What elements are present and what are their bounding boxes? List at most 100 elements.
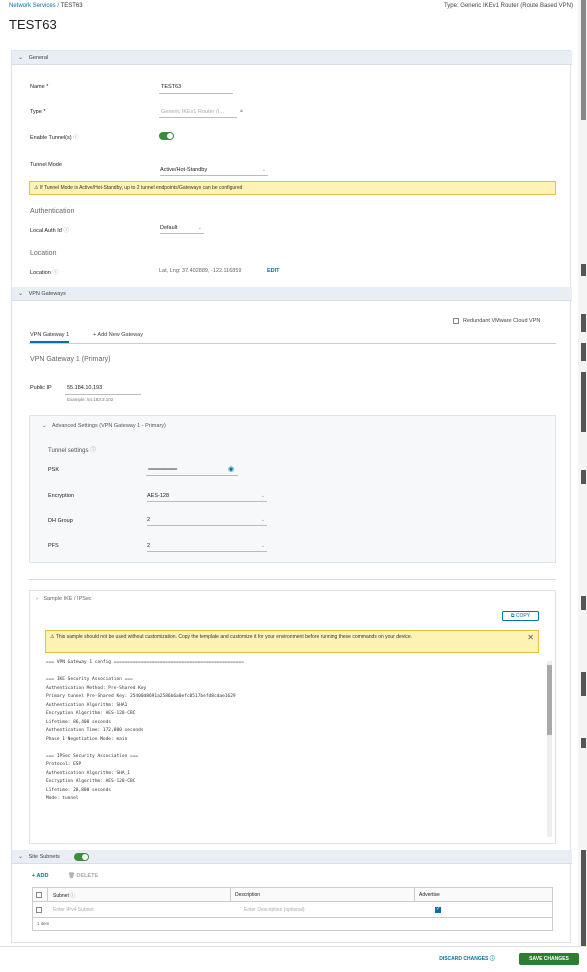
site-subnets-toggle[interactable] (74, 853, 89, 861)
close-icon[interactable]: ✕ (527, 634, 534, 642)
code-line: Encryption Algorithm: AES-128-CBC (46, 711, 136, 716)
redundant-vpn-checkbox[interactable] (453, 318, 459, 324)
location-label: Location ⓘ (30, 270, 58, 276)
breadcrumb-separator: / (57, 3, 60, 9)
pfs-value: 2 (147, 543, 151, 549)
code-line: Authentication Algorithm: SHA_1 (46, 770, 130, 776)
info-icon[interactable]: ⓘ (70, 893, 75, 899)
save-changes-button[interactable]: SAVE CHANGES (519, 953, 579, 965)
copy-button[interactable]: ⧉ COPY (502, 611, 539, 621)
scrollbar-marker (581, 343, 586, 361)
advanced-settings-panel: ⌄ Advanced Settings (VPN Gateway 1 - Pri… (29, 415, 556, 563)
public-ip-underline (65, 394, 141, 395)
name-input[interactable]: TEST63 (161, 84, 181, 90)
add-subnet-button[interactable]: + ADD (32, 873, 48, 879)
page-scrollbar-thumb[interactable] (581, 0, 586, 120)
breadcrumb-network-services[interactable]: Network Services (9, 3, 56, 9)
name-label: Name * (30, 84, 49, 90)
sample-header[interactable]: › Sample IKE / IPSec (36, 596, 92, 602)
code-line: Mode: tunnel (46, 796, 79, 801)
enable-tunnels-toggle[interactable] (159, 132, 174, 140)
lock-icon: 🔒︎ (240, 108, 243, 114)
copy-label: COPY (515, 613, 531, 619)
type-select-underline (159, 117, 237, 118)
pfs-label: PFS (48, 543, 59, 549)
tab-add-new-gateway[interactable]: + Add New Gateway (93, 332, 143, 338)
public-ip-input[interactable]: 55.184.10.193 (67, 385, 102, 391)
info-icon[interactable]: ⓘ (63, 228, 69, 234)
scrollbar-marker (581, 372, 586, 432)
code-scrollbar[interactable] (547, 661, 552, 837)
chevron-down-icon: ⌄ (260, 493, 265, 499)
local-auth-id-value: Default (160, 225, 178, 231)
col-advertise: Advertise (419, 892, 440, 898)
vpn-gateways-section-header[interactable]: ⌄ VPN Gateways (12, 287, 572, 301)
chevron-right-icon: › (36, 596, 38, 602)
divider (29, 579, 556, 580)
column-divider (47, 888, 48, 902)
enable-tunnels-label: Enable Tunnel(s) ⓘ (30, 135, 79, 141)
code-scrollbar-thumb[interactable] (547, 665, 552, 735)
copy-icon: ⧉ (510, 613, 515, 619)
tunnel-mode-warning-text: If Tunnel Mode is Active/Hot-Standby, up… (39, 185, 243, 191)
info-icon[interactable]: ⓘ (90, 448, 96, 454)
tab-vpn-gateway-1[interactable]: VPN Gateway 1 (30, 332, 70, 343)
col-description: Description (235, 892, 261, 898)
tunnel-settings-heading: Tunnel settings ⓘ (48, 448, 97, 454)
edit-location-link[interactable]: EDIT (267, 268, 280, 274)
general-section-header[interactable]: ⌄ General (12, 51, 572, 65)
tunnel-mode-select[interactable]: Active/Hot-Standby ⌄ (160, 166, 268, 176)
dh-group-value: 2 (147, 517, 151, 523)
advanced-settings-label: Advanced Settings (VPN Gateway 1 - Prima… (51, 423, 166, 429)
subnet-input[interactable]: Enter IPv4 Subnet (53, 907, 94, 913)
eye-icon[interactable]: ◉ (228, 465, 234, 473)
delete-subnet-button: 🗑︎ DELETE (68, 873, 99, 879)
code-line: Authentication Method: Pre-Shared Key (46, 685, 147, 691)
sample-code-block: === VPN Gateway 1 config ===============… (46, 659, 244, 804)
chevron-down-icon: ⌄ (260, 517, 265, 523)
code-line: Lifetime: 86,400 seconds (46, 719, 112, 725)
public-ip-example: Example: 54.183.3.102 (67, 397, 114, 402)
type-info: Type: Generic IKEv1 Router (Route Based … (443, 3, 573, 9)
dh-group-select[interactable]: 2 ⌄ (147, 516, 267, 526)
type-label: Type * (30, 109, 46, 115)
chevron-down-icon: ⌄ (18, 55, 24, 61)
site-subnets-section-header[interactable]: ⌄ Site Subnets (12, 850, 572, 864)
chevron-down-icon: ⌄ (42, 423, 47, 429)
breadcrumb: Network Services / TEST63 (9, 3, 83, 9)
discard-changes-button[interactable]: DISCARD CHANGES ⓘ (429, 953, 505, 965)
select-all-checkbox[interactable] (36, 892, 42, 898)
code-line: Phase 1 Negotiation Mode: main (46, 736, 128, 742)
public-ip-label: Public IP (30, 385, 52, 391)
tunnel-mode-value: Active/Hot-Standby (160, 167, 208, 173)
subnets-table-header: Subnet ⓘ Description Advertise (33, 888, 552, 902)
pfs-select[interactable]: 2 ⌄ (147, 542, 267, 552)
psk-input[interactable]: •••••••••••••••••••••••••••••••• (148, 466, 177, 471)
name-input-underline (159, 93, 233, 94)
form-container: ⌄ General Name * TEST63 Type * Generic I… (11, 50, 572, 943)
row-checkbox[interactable] (36, 907, 42, 913)
scrollbar-marker (581, 738, 586, 748)
local-auth-id-select[interactable]: Default ⌄ (160, 224, 204, 234)
warning-icon: ⚠ (50, 634, 55, 640)
col-subnet: Subnet ⓘ (53, 893, 76, 899)
sample-warning-text: This sample should not be used without c… (55, 634, 413, 640)
authentication-heading: Authentication (30, 208, 75, 215)
column-divider (414, 888, 415, 902)
advanced-settings-header[interactable]: ⌄ Advanced Settings (VPN Gateway 1 - Pri… (42, 423, 166, 429)
encryption-select[interactable]: AES-128 ⌄ (147, 492, 267, 502)
info-icon[interactable]: ⓘ (52, 270, 58, 276)
info-icon[interactable]: ⓘ (73, 135, 79, 141)
vpn-gateways-header-label: VPN Gateways (28, 291, 66, 297)
advertise-checkbox[interactable] (435, 906, 441, 913)
description-input[interactable]: Enter Description (optional) (244, 907, 305, 913)
tunnel-mode-label: Tunnel Mode (30, 162, 62, 168)
breadcrumb-current: TEST63 (60, 3, 83, 9)
trash-icon: 🗑︎ (68, 873, 75, 879)
chevron-down-icon: ⌄ (197, 225, 202, 231)
type-select: Generic IKEv1 Router (I... (161, 109, 224, 115)
psk-underline (146, 475, 238, 476)
table-item-count: 1 item (37, 921, 50, 926)
page-scrollbar[interactable] (578, 0, 587, 972)
chevron-down-icon: ⌄ (18, 854, 24, 860)
